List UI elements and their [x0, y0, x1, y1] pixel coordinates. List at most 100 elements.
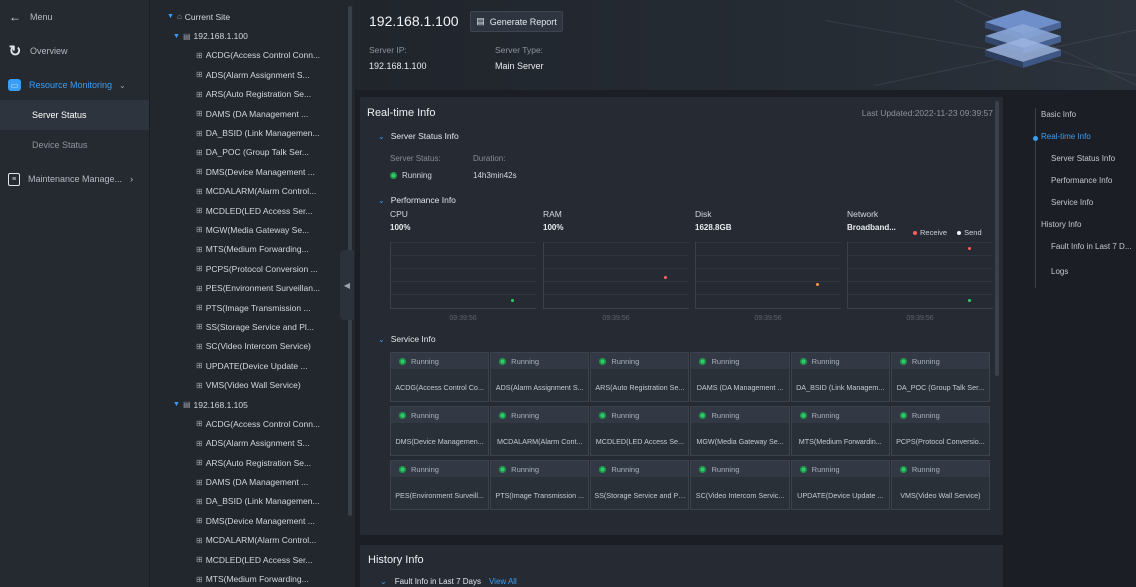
tree-service-node[interactable]: ⊞ ACDG(Access Control Conn...: [150, 414, 355, 433]
tree-service-node[interactable]: ⊞ MCDALARM(Alarm Control...: [150, 182, 355, 201]
tree-service-node[interactable]: ⊞ DA_BSID (Link Managemen...: [150, 492, 355, 511]
server-status-section-header[interactable]: ⌄ Server Status Info: [378, 131, 459, 141]
service-card[interactable]: Running PTS(Image Transmission ...: [490, 460, 590, 510]
site-icon: ⌂: [176, 12, 182, 22]
tree-node-label: 192.168.1.100: [193, 31, 248, 42]
legend-item-receive: Receive: [913, 228, 947, 237]
nav-item-resource-monitoring[interactable]: ▭ Resource Monitoring ⌄: [0, 70, 149, 100]
service-icon: ⊞: [196, 574, 203, 584]
service-name: ACDG(Access Control Co...: [395, 383, 484, 392]
service-card[interactable]: Running SC(Video Intercom Servic...: [690, 460, 790, 510]
tree-service-node[interactable]: ⊞ SS(Storage Service and Pl...: [150, 317, 355, 336]
service-status-text: Running: [411, 464, 439, 474]
tree-service-node[interactable]: ⊞ MTS(Medium Forwarding...: [150, 569, 355, 587]
server-icon: ▤: [182, 31, 191, 41]
anchor-item[interactable]: Service Info: [1051, 198, 1093, 207]
nav-item-overview[interactable]: ↻ Overview: [0, 36, 149, 66]
fault-section-header[interactable]: ⌄ Fault Info in Last 7 Days View All: [380, 577, 517, 586]
perf-chart: [390, 242, 536, 309]
tree-service-node[interactable]: ⊞ ADS(Alarm Assignment S...: [150, 434, 355, 453]
service-card[interactable]: Running MCDLED(LED Access Se...: [590, 406, 690, 456]
generate-report-button[interactable]: ▤ Generate Report: [470, 11, 563, 32]
tree-service-node[interactable]: ⊞ ADS(Alarm Assignment S...: [150, 65, 355, 84]
tree-node-label: MTS(Medium Forwarding...: [205, 244, 309, 255]
tree-root[interactable]: ▼ ⌂ Current Site: [150, 7, 355, 26]
tree-server-node[interactable]: ▼ ▤ 192.168.1.100: [150, 26, 355, 45]
anchor-item[interactable]: Fault Info in Last 7 D...: [1051, 242, 1131, 251]
nav-item-server-status[interactable]: Server Status: [0, 100, 149, 130]
tree-service-node[interactable]: ⊞ PES(Environment Surveillan...: [150, 278, 355, 297]
content-scrollbar[interactable]: [995, 101, 999, 376]
tree-service-node[interactable]: ⊞ VMS(Video Wall Service): [150, 375, 355, 394]
running-status-icon: [799, 357, 807, 365]
view-all-link[interactable]: View All: [489, 577, 517, 586]
tree-service-node[interactable]: ⊞ ARS(Auto Registration Se...: [150, 85, 355, 104]
service-card[interactable]: Running MCDALARM(Alarm Cont...: [490, 406, 590, 456]
nav-item-maintenance[interactable]: ≡ Maintenance Manage... ›: [0, 164, 149, 194]
service-status-text: Running: [511, 410, 540, 420]
service-icon: ⊞: [196, 244, 203, 254]
nav-item-device-status[interactable]: Device Status: [0, 130, 149, 160]
tree-service-node[interactable]: ⊞ DAMS (DA Management ...: [150, 472, 355, 491]
anchor-item[interactable]: History Info: [1041, 220, 1081, 229]
service-card[interactable]: Running UPDATE(Device Update ...: [790, 460, 890, 510]
tree-service-node[interactable]: ⊞ DA_BSID (Link Managemen...: [150, 123, 355, 142]
service-card[interactable]: Running DA_BSID (Link Managem...: [790, 352, 890, 402]
running-status-icon: [499, 357, 507, 365]
tree-server-node[interactable]: ▼ ▤ 192.168.1.105: [150, 395, 355, 414]
service-section-header[interactable]: ⌄ Service Info: [378, 334, 436, 344]
tree-service-node[interactable]: ⊞ PTS(Image Transmission ...: [150, 298, 355, 317]
anchor-item[interactable]: Performance Info: [1051, 176, 1112, 185]
tree-service-node[interactable]: ⊞ MCDLED(LED Access Ser...: [150, 550, 355, 569]
service-icon: ⊞: [196, 419, 203, 429]
chevron-down-icon: ⌄: [119, 80, 126, 90]
anchor-item[interactable]: Server Status Info: [1051, 154, 1115, 163]
service-card[interactable]: Running SS(Storage Service and Pl...: [590, 460, 690, 510]
legend-dot: [913, 231, 917, 235]
service-icon: ⊞: [196, 70, 203, 80]
service-name: MGW(Media Gateway Se...: [696, 437, 784, 446]
service-card[interactable]: Running DMS(Device Managemen...: [390, 406, 490, 456]
tree-service-node[interactable]: ⊞ MCDALARM(Alarm Control...: [150, 531, 355, 550]
collapse-tree-button[interactable]: ◀: [340, 250, 354, 320]
service-card[interactable]: Running PCPS(Protocol Conversio...: [890, 406, 990, 456]
service-card[interactable]: Running ARS(Auto Registration Se...: [590, 352, 690, 402]
running-status-icon: [399, 465, 406, 473]
tree-service-node[interactable]: ⊞ MCDLED(LED Access Ser...: [150, 201, 355, 220]
tree-node-label: MCDLED(LED Access Ser...: [205, 205, 313, 216]
service-card[interactable]: Running DA_POC (Group Talk Ser...: [890, 352, 990, 402]
service-card[interactable]: Running MGW(Media Gateway Se...: [690, 406, 790, 456]
tree-service-node[interactable]: ⊞ DAMS (DA Management ...: [150, 104, 355, 123]
tree-service-node[interactable]: ⊞ SC(Video Intercom Service): [150, 337, 355, 356]
tree-service-node[interactable]: ⊞ UPDATE(Device Update ...: [150, 356, 355, 375]
gridline: [544, 268, 689, 269]
service-card[interactable]: Running ADS(Alarm Assignment S...: [490, 352, 590, 402]
service-icon: ⊞: [196, 380, 203, 390]
tree-service-node[interactable]: ⊞ ACDG(Access Control Conn...: [150, 46, 355, 65]
perf-data-point: [968, 298, 971, 302]
menu-back-button[interactable]: ← Menu: [0, 4, 149, 30]
tree-service-node[interactable]: ⊞ DA_POC (Group Talk Ser...: [150, 143, 355, 162]
tree-service-node[interactable]: ⊞ PCPS(Protocol Conversion ...: [150, 259, 355, 278]
service-card[interactable]: Running DAMS (DA Management ...: [690, 352, 790, 402]
tree-service-node[interactable]: ⊞ DMS(Device Management ...: [150, 511, 355, 530]
anchor-item[interactable]: Real-time Info: [1041, 132, 1091, 141]
service-name: PTS(Image Transmission ...: [495, 491, 585, 500]
service-card[interactable]: Running VMS(Video Wall Service): [890, 460, 990, 510]
performance-section-header[interactable]: ⌄ Performance Info: [378, 195, 456, 205]
anchor-item[interactable]: Basic Info: [1041, 110, 1076, 119]
service-icon: ⊞: [196, 458, 203, 468]
tree-service-node[interactable]: ⊞ MTS(Medium Forwarding...: [150, 240, 355, 259]
tree-node-label: DA_BSID (Link Managemen...: [205, 128, 320, 139]
service-name: DAMS (DA Management ...: [696, 383, 784, 392]
tree-service-node[interactable]: ⊞ ARS(Auto Registration Se...: [150, 453, 355, 472]
service-card[interactable]: Running ACDG(Access Control Co...: [390, 352, 490, 402]
tree-node-label: 192.168.1.105: [193, 399, 248, 410]
anchor-item[interactable]: Logs: [1051, 267, 1068, 276]
tree-node-label: DAMS (DA Management ...: [205, 108, 309, 119]
service-card[interactable]: Running PES(Environment Surveill...: [390, 460, 490, 510]
tree-service-node[interactable]: ⊞ DMS(Device Management ...: [150, 162, 355, 181]
service-card[interactable]: Running MTS(Medium Forwardin...: [790, 406, 890, 456]
main-content[interactable]: Real-time Info Last Updated:2022-11-23 0…: [355, 90, 1023, 587]
tree-service-node[interactable]: ⊞ MGW(Media Gateway Se...: [150, 220, 355, 239]
